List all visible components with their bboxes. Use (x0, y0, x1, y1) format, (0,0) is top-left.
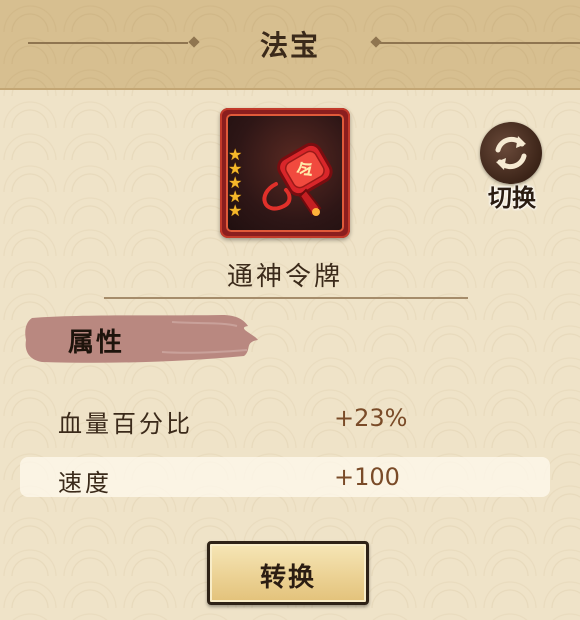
stat-value: +100 (334, 463, 400, 491)
attributes-header: 属性 (22, 312, 262, 366)
artifact-panel: 法宝 令 ★ ★ ★ ★ ★ 切换 通神令牌 属性 血量百分比 +23% 速度 … (0, 0, 580, 620)
brush-stroke-decoration (25, 315, 258, 363)
attributes-label: 属性 (68, 328, 125, 358)
switch-label: 切换 (488, 183, 536, 212)
item-name: 通神令牌 (226, 262, 343, 292)
title-line-right (380, 42, 580, 44)
name-divider (104, 297, 468, 299)
star-rating: ★ ★ ★ ★ ★ (228, 147, 252, 220)
stat-name: 速度 (58, 469, 112, 497)
panel-title: 法宝 (259, 29, 320, 62)
convert-button[interactable]: 转换 (207, 541, 369, 605)
item-icon-background: 令 ★ ★ ★ ★ ★ (226, 114, 344, 232)
switch-button-circle (480, 122, 542, 184)
convert-button-label: 转换 (259, 563, 316, 593)
stat-name: 血量百分比 (58, 410, 193, 438)
switch-button[interactable]: 切换 (472, 122, 552, 212)
title-bar: 法宝 (0, 0, 580, 90)
stat-row: 速度 +100 (20, 457, 550, 497)
stat-value: +23% (334, 404, 408, 432)
item-icon-frame[interactable]: 令 ★ ★ ★ ★ ★ (220, 108, 350, 238)
token-icon: 令 (262, 142, 333, 216)
star-icon: ★ (228, 201, 243, 220)
stat-row: 血量百分比 +23% (20, 398, 550, 438)
swap-arrows-icon (495, 136, 527, 170)
